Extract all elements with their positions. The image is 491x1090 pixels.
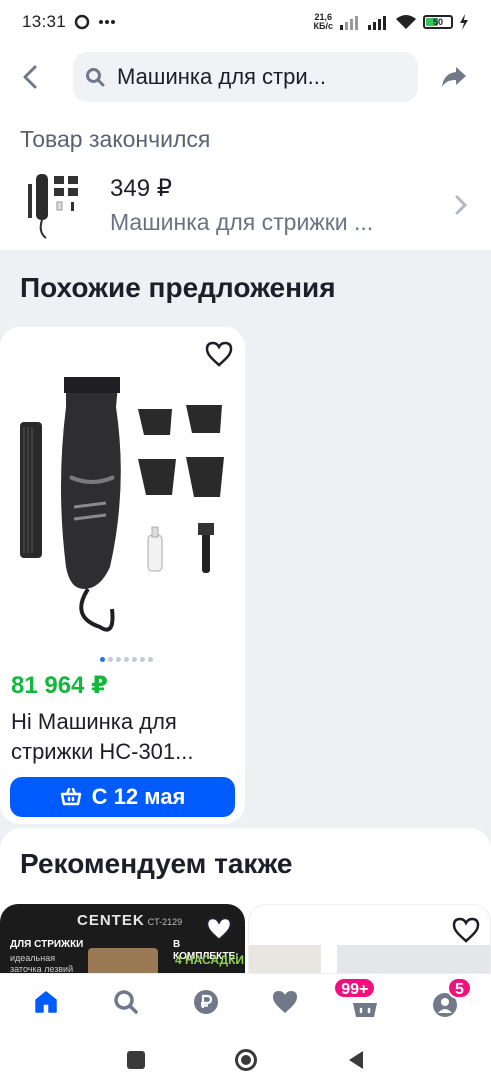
- bottom-navigation: 99+ 5: [0, 974, 491, 1030]
- charging-icon: [460, 14, 468, 30]
- carousel-dot: [140, 657, 145, 662]
- cart-badge: 99+: [333, 977, 377, 999]
- system-navigation: [0, 1030, 491, 1090]
- carousel-dot: [108, 657, 113, 662]
- heart-icon: [273, 991, 298, 1013]
- carousel-dot: [100, 657, 105, 662]
- carousel-dot: [148, 657, 153, 662]
- carousel-dot: [116, 657, 121, 662]
- heart-icon: [205, 916, 233, 942]
- delivery-date-button[interactable]: С 12 мая: [10, 777, 235, 817]
- product-price: 349 ₽: [110, 175, 172, 202]
- heart-icon: [205, 341, 233, 367]
- rec-image-part-2: [337, 945, 490, 974]
- share-button[interactable]: [424, 52, 484, 102]
- promo-left-title: ДЛЯ СТРИЖКИ: [10, 939, 84, 950]
- product-name: Машинка для стрижки ...: [110, 209, 374, 235]
- status-bar: 13:31 21,6 КБ/с 50: [0, 0, 491, 44]
- search-icon: [86, 68, 105, 87]
- search-input[interactable]: Машинка для стри...: [73, 52, 418, 102]
- signal-icon-2: [368, 16, 386, 30]
- wifi-icon: [396, 15, 416, 29]
- battery-icon: 50: [423, 15, 453, 29]
- recommend-card-2[interactable]: [248, 904, 491, 974]
- network-speed: 21,6 КБ/с: [313, 12, 333, 31]
- nav-cart[interactable]: 99+: [333, 977, 395, 1027]
- recommend-card-1[interactable]: CENTEK CT-2129 ДЛЯ СТРИЖКИ идеальная заточ…: [0, 904, 245, 974]
- out-of-stock-product[interactable]: 349 ₽ Машинка для стрижки ...: [0, 165, 491, 245]
- recents-button[interactable]: [126, 1051, 145, 1069]
- chevron-right-icon: [455, 195, 467, 215]
- delivery-date-label: С 12 мая: [91, 784, 186, 809]
- app-header: Машинка для стри...: [0, 44, 491, 110]
- favorite-button-rec-1[interactable]: [202, 912, 236, 946]
- product-card[interactable]: 81 964 ₽ Hi Машинка для стрижки HC-301..…: [0, 327, 245, 824]
- ruble-circle-icon: [193, 990, 218, 1014]
- card-title: Hi Машинка для стрижки HC-301...: [11, 709, 194, 764]
- home-system-button[interactable]: [234, 1049, 257, 1071]
- share-arrow-icon: [442, 67, 466, 87]
- recommend-title: Рекомендуем также: [20, 848, 293, 879]
- product-thumbnail: [24, 170, 86, 240]
- carousel-indicator: [100, 657, 153, 662]
- nav-search[interactable]: [96, 977, 156, 1027]
- card-price: 81 964 ₽: [11, 672, 108, 699]
- promo-left-text: идеальная заточка лезвий: [10, 953, 74, 974]
- back-system-icon[interactable]: [347, 1050, 365, 1070]
- nav-profile[interactable]: 5: [415, 977, 475, 1027]
- chat-notification-icon: [74, 14, 90, 30]
- nav-finance[interactable]: [176, 977, 236, 1027]
- out-of-stock-block: Товар закончился 349 ₽ Машинка для стриж…: [0, 110, 491, 250]
- more-notifications-icon: [99, 20, 116, 24]
- basket-icon: [60, 788, 81, 806]
- clock: 13:31: [22, 12, 67, 31]
- recommend-section: Рекомендуем также CENTEK CT-2129 ДЛЯ СТРИ…: [0, 828, 491, 974]
- out-of-stock-title: Товар закончился: [20, 126, 211, 152]
- favorite-button[interactable]: [202, 337, 236, 371]
- carousel-dot: [132, 657, 137, 662]
- heart-icon: [452, 917, 480, 943]
- favorite-button-rec-2[interactable]: [449, 913, 483, 947]
- chevron-left-icon: [23, 65, 37, 89]
- similar-offers-title: Похожие предложения: [20, 272, 336, 303]
- profile-badge: 5: [447, 977, 472, 999]
- product-image: [0, 327, 245, 647]
- carousel-dot: [124, 657, 129, 662]
- search-query: Машинка для стри...: [117, 64, 326, 89]
- promo-right-text: 4 НАСАДКИ: [175, 953, 245, 967]
- signal-icon: [340, 16, 358, 30]
- promo-product-image: [88, 948, 158, 974]
- similar-offers-section: Похожие предложения 81 964 ₽ Hi Машинка …: [0, 250, 491, 826]
- nav-home[interactable]: [16, 977, 76, 1027]
- promo-brand: CENTEK CT-2129: [77, 912, 183, 929]
- home-icon: [35, 991, 57, 1013]
- rec-image-part-1: [249, 945, 321, 974]
- back-button[interactable]: [0, 52, 60, 102]
- search-icon: [113, 990, 138, 1014]
- nav-favorites[interactable]: [255, 977, 315, 1027]
